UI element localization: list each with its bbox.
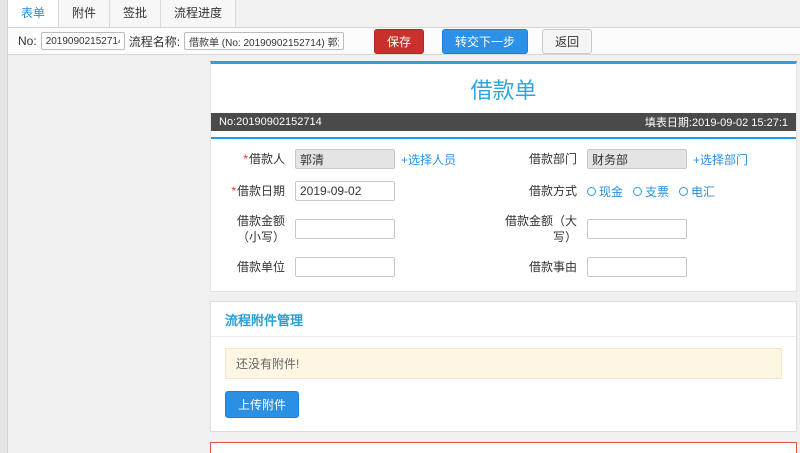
action-toolbar: No: 流程名称: 保存 转交下一步 返回: [8, 28, 800, 55]
back-button[interactable]: 返回: [542, 28, 593, 54]
radio-icon: [633, 186, 643, 196]
form-header-bar: No:20190902152714 填表日期:2019-09-02 15:27:…: [211, 113, 796, 131]
process-name-input[interactable]: [184, 32, 345, 50]
select-person-link[interactable]: +选择人员: [401, 151, 456, 168]
department-label: 借款部门: [528, 151, 577, 166]
borrow-unit-input[interactable]: [295, 257, 395, 278]
amount-big-label: 借款金额（大写）: [504, 214, 577, 245]
loan-form-grid: *借款人 +选择人员 借款部门 +选择部门 *借款日期 借款: [211, 139, 796, 291]
amount-small-label: 借款金额（小写）: [236, 214, 285, 245]
amount-small-input[interactable]: [295, 219, 395, 240]
tab-approval[interactable]: 签批: [110, 0, 162, 27]
borrow-date-label: *借款日期: [231, 183, 285, 198]
document-number: No:20190902152714: [219, 116, 322, 128]
required-mark: *: [231, 183, 236, 198]
loan-form-title: 借款单: [470, 78, 537, 103]
no-input[interactable]: [40, 32, 125, 50]
tab-bar: 表单 附件 签批 流程进度: [8, 0, 800, 28]
upload-attachment-button[interactable]: 上传附件: [225, 391, 300, 419]
screen: 表单 附件 签批 流程进度 No: 流程名称: 保存 转交下一步 返回 借款单 …: [0, 0, 800, 453]
left-gutter: [0, 0, 8, 453]
forward-next-step-button[interactable]: 转交下一步: [442, 28, 529, 54]
attachment-panel: 流程附件管理 还没有附件! 上传附件: [210, 301, 797, 433]
borrow-unit-label: 借款单位: [236, 260, 285, 275]
borrower-input[interactable]: [295, 149, 395, 169]
fill-date: 填表日期:2019-09-02 15:27:1: [644, 117, 788, 129]
required-mark: *: [243, 151, 248, 166]
method-radio-cash[interactable]: 现金: [587, 183, 623, 200]
method-radio-wire[interactable]: 电汇: [679, 183, 715, 200]
approval-section-title: 流程签批意见: [211, 443, 796, 453]
approval-panel: 流程签批意见 B I abc A ✎ ∞ ⚑ ≡ ≣ ⇤ ⇥: [210, 442, 797, 453]
select-department-link[interactable]: +选择部门: [693, 151, 748, 168]
no-attachment-notice: 还没有附件!: [225, 348, 782, 380]
department-input[interactable]: [587, 149, 687, 169]
borrow-date-input[interactable]: [295, 181, 395, 201]
method-label: 借款方式: [528, 183, 577, 198]
tab-progress[interactable]: 流程进度: [161, 0, 237, 27]
save-button[interactable]: 保存: [374, 28, 425, 54]
method-radio-group: 现金 支票 电汇: [587, 183, 715, 200]
reason-label: 借款事由: [528, 260, 577, 275]
method-radio-cheque[interactable]: 支票: [633, 183, 669, 200]
tab-form[interactable]: 表单: [8, 0, 60, 27]
content-area: 借款单 No:20190902152714 填表日期:2019-09-02 15…: [8, 55, 800, 453]
tab-attachment[interactable]: 附件: [59, 0, 111, 27]
radio-icon: [679, 186, 689, 196]
attachment-section-title: 流程附件管理: [211, 302, 796, 338]
borrower-label: *借款人: [243, 151, 285, 166]
process-name-label: 流程名称:: [128, 34, 181, 49]
amount-big-input[interactable]: [587, 219, 687, 240]
no-label: No:: [18, 34, 37, 48]
loan-form-panel: 借款单 No:20190902152714 填表日期:2019-09-02 15…: [210, 61, 797, 293]
reason-input[interactable]: [587, 257, 687, 278]
radio-icon: [587, 186, 596, 196]
